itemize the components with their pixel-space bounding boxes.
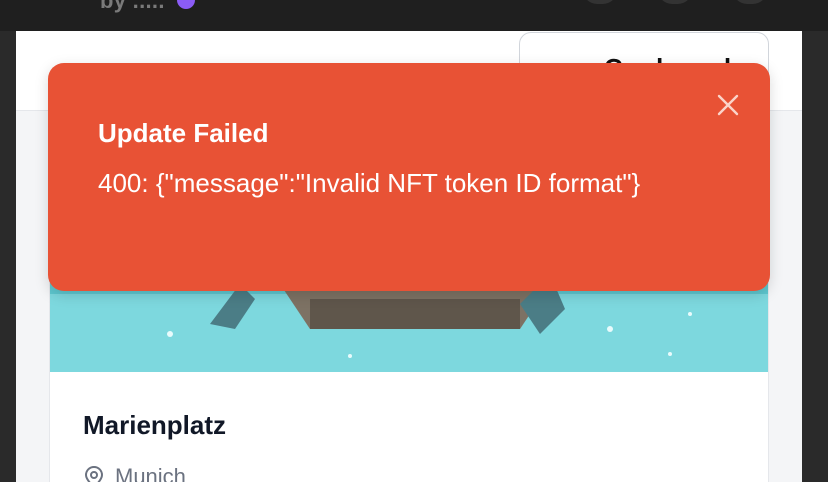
toast-title: Update Failed xyxy=(98,118,269,148)
creator-byline: by ..... xyxy=(100,0,196,14)
header-button-1[interactable] xyxy=(583,0,617,4)
close-icon[interactable] xyxy=(716,93,740,117)
card-location-text: Munich xyxy=(115,464,186,482)
card-title: Marienplatz xyxy=(83,410,227,440)
error-toast: Update Failed 400: {"message":"Invalid N… xyxy=(48,63,770,291)
toast-message: 400: {"message":"Invalid NFT token ID fo… xyxy=(98,168,641,198)
creator-byline-text: by ..... xyxy=(100,0,165,13)
card-location: Munich xyxy=(83,464,186,482)
top-header: by ..... xyxy=(0,0,828,31)
header-button-3[interactable] xyxy=(733,0,767,4)
verified-badge-icon xyxy=(177,0,196,10)
header-button-2[interactable] xyxy=(658,0,692,4)
map-pin-icon xyxy=(84,465,104,482)
